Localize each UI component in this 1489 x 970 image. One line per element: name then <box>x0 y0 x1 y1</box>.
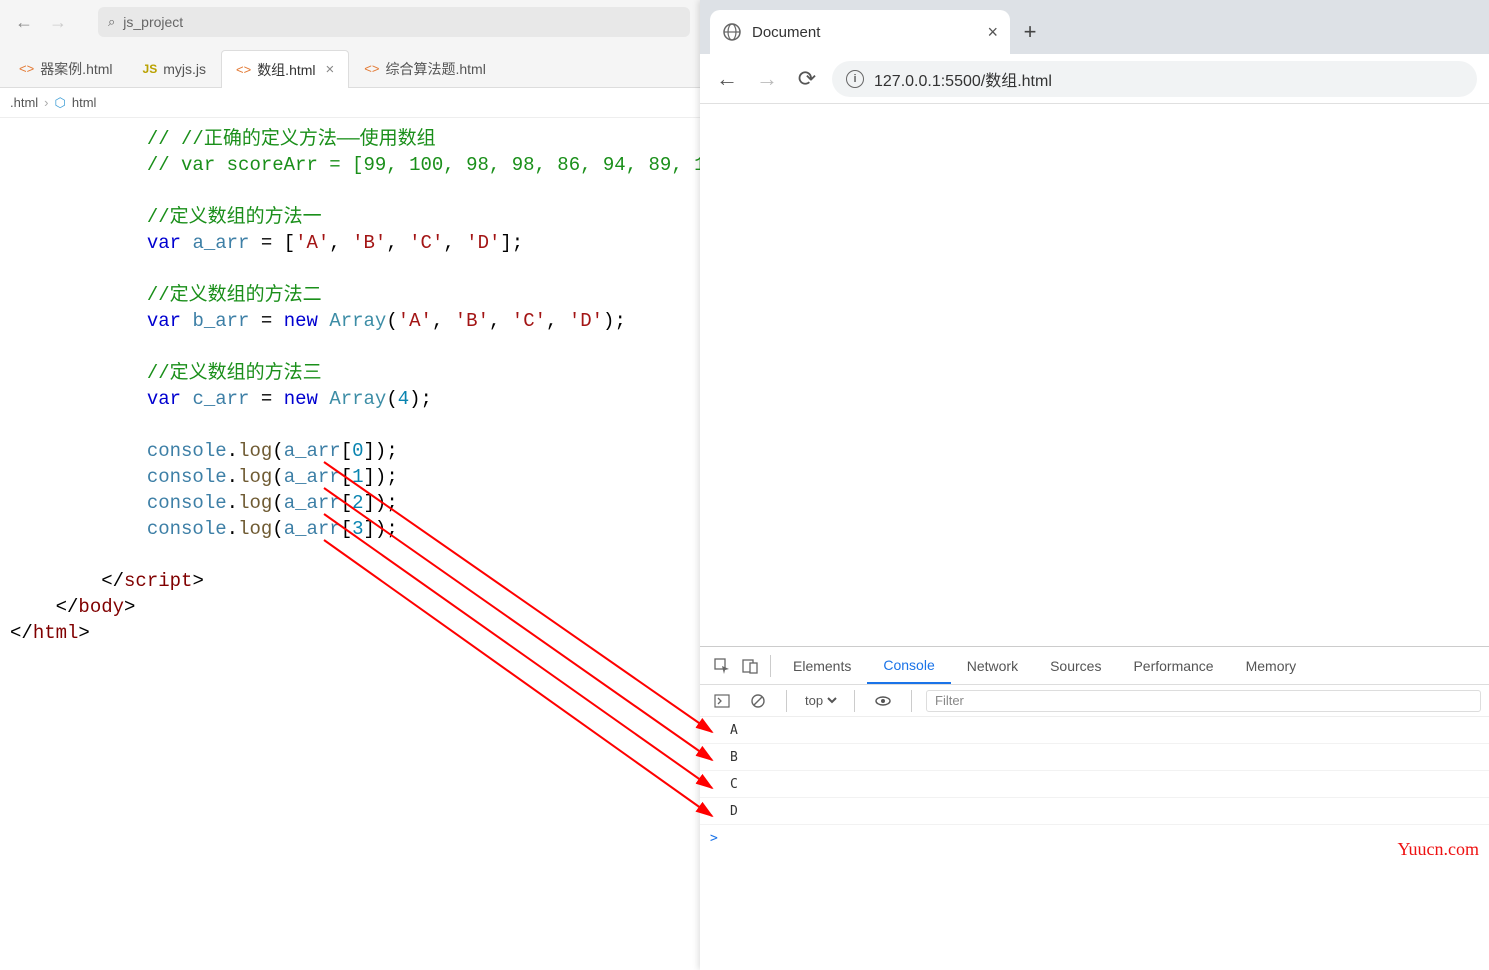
search-placeholder: js_project <box>123 14 183 30</box>
console-output: ABCD <box>700 717 1489 825</box>
breadcrumb-symbol[interactable]: html <box>72 95 97 110</box>
js-file-icon: JS <box>143 62 158 76</box>
html-file-icon: <> <box>19 61 34 76</box>
browser-tabstrip: Document × + <box>700 0 1489 54</box>
devtools-tabbar: ElementsConsoleNetworkSourcesPerformance… <box>700 647 1489 685</box>
project-search-box[interactable]: ⌕ js_project <box>98 7 690 37</box>
breadcrumb: .html › ⬡ html <box>0 88 700 118</box>
browser-window: Document × + ← → ⟳ i 127.0.0.1:5500/数组.h… <box>700 0 1489 970</box>
nav-back-button[interactable]: ← <box>10 8 38 36</box>
symbol-icon: ⬡ <box>55 95 66 111</box>
editor-tab[interactable]: <> 综合算法题.html <box>349 49 501 87</box>
context-selector[interactable]: top <box>801 692 840 709</box>
devtools-tab-elements[interactable]: Elements <box>777 647 867 684</box>
inspect-element-icon[interactable] <box>708 652 736 680</box>
watermark-text: Yuucn.com <box>1398 839 1479 860</box>
code-line: var b_arr = new Array('A', 'B', 'C', 'D'… <box>0 308 700 334</box>
tab-label: myjs.js <box>163 61 206 77</box>
devtools-tab-memory[interactable]: Memory <box>1230 647 1313 684</box>
html-file-icon: <> <box>236 62 251 77</box>
console-row: D <box>700 798 1489 825</box>
code-line: console.log(a_arr[0]); <box>0 438 700 464</box>
address-bar[interactable]: i 127.0.0.1:5500/数组.html <box>832 61 1477 97</box>
ide-window: ← → ⌕ js_project <> 器案例.html JS myjs.js <> 数组… <box>0 0 700 970</box>
console-filter-input[interactable]: Filter <box>926 690 1481 712</box>
code-line: var c_arr = new Array(4); <box>0 386 700 412</box>
devtools-tab-console[interactable]: Console <box>867 647 950 684</box>
html-file-icon: <> <box>364 61 379 76</box>
code-editor[interactable]: // //正确的定义方法——使用数组 // var scoreArr = [99… <box>0 118 700 646</box>
devtools-panel: ElementsConsoleNetworkSourcesPerformance… <box>700 646 1489 852</box>
editor-tab[interactable]: <> 数组.html × <box>221 50 349 88</box>
toggle-sidebar-icon[interactable] <box>708 687 736 715</box>
code-line <box>0 178 700 204</box>
code-line: //定义数组的方法二 <box>0 282 700 308</box>
separator <box>911 690 912 712</box>
breadcrumb-file[interactable]: .html <box>10 95 38 110</box>
browser-reload-button[interactable]: ⟳ <box>792 64 822 94</box>
code-line: console.log(a_arr[3]); <box>0 516 700 542</box>
tab-label: 综合算法题.html <box>385 59 485 79</box>
new-tab-button[interactable]: + <box>1010 10 1050 54</box>
devtools-tab-sources[interactable]: Sources <box>1034 647 1117 684</box>
console-row: B <box>700 744 1489 771</box>
globe-icon <box>722 22 742 42</box>
browser-toolbar: ← → ⟳ i 127.0.0.1:5500/数组.html <box>700 54 1489 104</box>
code-line: </body> <box>0 594 700 620</box>
code-line: </html> <box>0 620 700 646</box>
code-line: // var scoreArr = [99, 100, 98, 98, 86, … <box>0 152 700 178</box>
chevron-right-icon: › <box>44 95 48 110</box>
console-toolbar: top Filter <box>700 685 1489 717</box>
browser-tab[interactable]: Document × <box>710 10 1010 54</box>
code-line: //定义数组的方法三 <box>0 360 700 386</box>
code-line: // //正确的定义方法——使用数组 <box>0 126 700 152</box>
tab-close-button[interactable]: × <box>987 22 998 43</box>
eye-icon[interactable] <box>869 687 897 715</box>
code-line: //定义数组的方法一 <box>0 204 700 230</box>
devtools-tab-network[interactable]: Network <box>951 647 1034 684</box>
browser-tab-title: Document <box>752 24 820 41</box>
devtools-tab-performance[interactable]: Performance <box>1117 647 1229 684</box>
site-info-icon[interactable]: i <box>846 70 864 88</box>
nav-forward-button[interactable]: → <box>44 8 72 36</box>
console-prompt[interactable]: > <box>700 825 1489 852</box>
editor-tab[interactable]: JS myjs.js <box>128 49 221 87</box>
console-row: A <box>700 717 1489 744</box>
separator <box>770 655 771 677</box>
separator <box>786 690 787 712</box>
code-line: var a_arr = ['A', 'B', 'C', 'D']; <box>0 230 700 256</box>
tab-close-icon[interactable]: × <box>326 61 335 78</box>
console-row: C <box>700 771 1489 798</box>
tab-label: 器案例.html <box>40 59 112 79</box>
browser-forward-button[interactable]: → <box>752 64 782 94</box>
browser-back-button[interactable]: ← <box>712 64 742 94</box>
url-text: 127.0.0.1:5500/数组.html <box>874 67 1052 91</box>
clear-console-icon[interactable] <box>744 687 772 715</box>
editor-tabs: <> 器案例.html JS myjs.js <> 数组.html × <> 综合算法题.htm… <box>0 44 700 88</box>
code-line <box>0 542 700 568</box>
search-icon: ⌕ <box>108 14 115 30</box>
code-line <box>0 256 700 282</box>
tab-label: 数组.html <box>257 60 315 80</box>
separator <box>854 690 855 712</box>
ide-toolbar: ← → ⌕ js_project <box>0 0 700 44</box>
code-line: console.log(a_arr[2]); <box>0 490 700 516</box>
code-line <box>0 334 700 360</box>
editor-tab[interactable]: <> 器案例.html <box>4 49 128 87</box>
prompt-caret: > <box>710 831 718 846</box>
page-viewport <box>700 104 1489 646</box>
device-toolbar-icon[interactable] <box>736 652 764 680</box>
code-line <box>0 412 700 438</box>
code-line: console.log(a_arr[1]); <box>0 464 700 490</box>
code-line: </script> <box>0 568 700 594</box>
